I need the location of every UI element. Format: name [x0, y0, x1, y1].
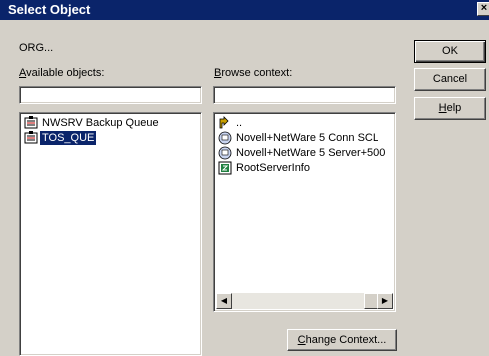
list-item-label: RootServerInfo — [236, 162, 310, 174]
right-arrow-icon: ▶ — [381, 296, 389, 305]
queue-icon — [24, 131, 38, 144]
browse-context-filter-input[interactable] — [213, 86, 396, 104]
available-objects-label: Available objects: — [19, 67, 104, 79]
help-button[interactable]: Help — [414, 97, 486, 120]
list-item-label: NWSRV Backup Queue — [42, 117, 159, 129]
ok-label: OK — [442, 45, 458, 57]
available-objects-filter-input[interactable] — [19, 86, 202, 104]
queue-icon — [24, 116, 38, 129]
change-context-label: hange Context... — [305, 334, 387, 346]
close-icon: × — [480, 2, 488, 14]
list-item[interactable]: TOS_QUE — [22, 131, 198, 145]
server-icon — [218, 131, 232, 145]
list-item-label: Novell+NetWare 5 Conn SCL+50 — [236, 132, 378, 144]
list-item[interactable]: Novell+NetWare 5 Conn SCL+50 — [216, 131, 378, 145]
context-path: ORG... — [19, 42, 54, 54]
cancel-button[interactable]: Cancel — [414, 68, 486, 91]
browse-context-label-text: rowse context: — [221, 67, 293, 79]
title-bar[interactable]: Select Object × — [0, 0, 489, 20]
available-objects-list[interactable]: NWSRV Backup Queue TOS_QUE — [19, 112, 202, 356]
parent-folder-icon — [219, 116, 229, 129]
change-context-mnemonic: C — [297, 334, 306, 346]
help-mnemonic: H — [438, 102, 447, 114]
list-item-label: TOS_QUE — [40, 131, 97, 145]
select-object-dialog: Select Object × ORG... Available objects… — [0, 0, 489, 356]
list-item[interactable]: NWSRV Backup Queue — [22, 116, 198, 130]
scroll-left-button[interactable]: ◀ — [216, 293, 232, 309]
available-objects-label-text: vailable objects: — [26, 67, 105, 79]
window-title: Select Object — [8, 2, 91, 17]
browse-context-label: Browse context: — [214, 67, 292, 79]
horizontal-scrollbar[interactable]: ◀ ▶ — [216, 293, 393, 309]
list-item[interactable]: .. — [216, 116, 378, 130]
change-context-button[interactable]: Change Context... — [287, 329, 397, 351]
list-item[interactable]: RootServerInfo — [216, 161, 378, 175]
help-label: elp — [446, 102, 462, 114]
list-item[interactable]: Novell+NetWare 5 Server+500 — [216, 146, 385, 160]
scroll-right-button[interactable]: ▶ — [377, 293, 393, 309]
list-item-label: .. — [236, 117, 243, 129]
server-icon — [218, 146, 232, 160]
browse-context-list[interactable]: .. Novell+NetWare 5 Conn SCL+50 Novell+N… — [213, 112, 396, 312]
ok-button[interactable]: OK — [414, 40, 486, 63]
object-icon — [218, 161, 232, 175]
cancel-label: Cancel — [432, 73, 468, 85]
list-item-label: Novell+NetWare 5 Server+500 — [236, 147, 386, 159]
close-button[interactable]: × — [477, 2, 489, 16]
left-arrow-icon: ◀ — [220, 296, 228, 305]
